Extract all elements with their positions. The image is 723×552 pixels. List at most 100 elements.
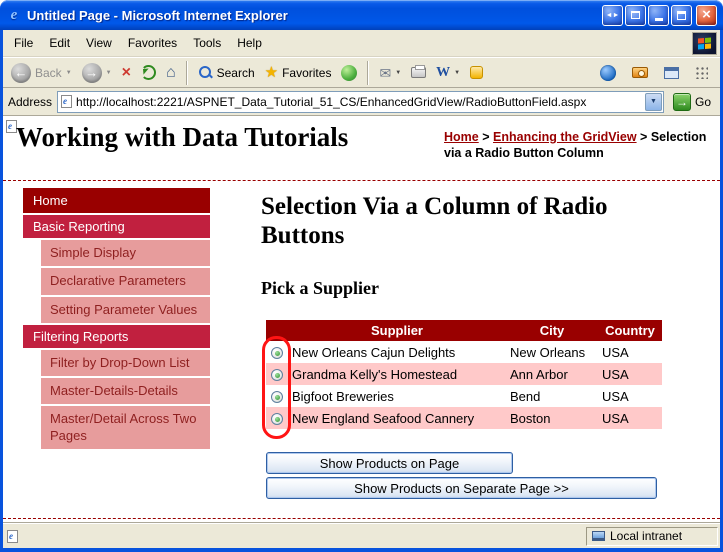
- supplier-row: Bigfoot Breweries Bend USA: [266, 385, 662, 407]
- search-label: Search: [217, 66, 255, 80]
- supplier-row: New Orleans Cajun Delights New Orleans U…: [266, 341, 662, 363]
- mail-dropdown-icon: ▼: [395, 70, 401, 76]
- window-controls: ◄► ×: [602, 5, 717, 26]
- minimize-button[interactable]: [648, 5, 669, 26]
- back-dropdown-icon: ▼: [66, 70, 72, 76]
- supplier-radio-button[interactable]: [271, 347, 283, 359]
- sidebar-item-declarative-parameters[interactable]: Declarative Parameters: [41, 268, 210, 294]
- menu-item-help[interactable]: Help: [229, 32, 270, 54]
- address-label: Address: [8, 95, 52, 109]
- window-box-button[interactable]: [625, 5, 646, 26]
- windows-flag-icon: [698, 37, 711, 49]
- print-icon: [411, 67, 426, 78]
- menu-item-file[interactable]: File: [6, 32, 41, 54]
- mail-button[interactable]: ✉ ▼: [375, 64, 405, 82]
- country-cell: USA: [598, 363, 662, 385]
- camera-icon: [632, 67, 648, 78]
- sidebar-item-setting-parameter-values[interactable]: Setting Parameter Values: [41, 297, 210, 323]
- favorites-button[interactable]: ★ Favorites: [261, 63, 336, 82]
- window-title: Untitled Page - Microsoft Internet Explo…: [27, 8, 597, 23]
- address-input[interactable]: [76, 95, 641, 109]
- sidebar-section-basic-reporting[interactable]: Basic Reporting: [23, 215, 210, 238]
- left-right-arrows-icon: ◄►: [606, 12, 620, 19]
- sidebar-item-master-details-details[interactable]: Master-Details-Details: [41, 378, 210, 404]
- page-heading: Selection Via a Column of Radio Buttons: [261, 192, 636, 250]
- forward-button[interactable]: → ▼: [78, 61, 116, 85]
- sidebar-item-simple-display[interactable]: Simple Display: [41, 240, 210, 266]
- window-box-icon: [631, 11, 640, 19]
- media-icon: [341, 65, 357, 81]
- breadcrumb-link-home[interactable]: Home: [444, 130, 479, 144]
- city-cell: Boston: [506, 407, 598, 429]
- back-button[interactable]: ← Back ▼: [7, 61, 76, 85]
- country-cell: USA: [598, 385, 662, 407]
- column-header-country: Country: [598, 320, 662, 341]
- city-cell: Bend: [506, 385, 598, 407]
- left-right-arrows-button[interactable]: ◄►: [602, 5, 623, 26]
- stop-button[interactable]: ×: [118, 63, 135, 83]
- home-button[interactable]: ⌂: [162, 63, 180, 83]
- menu-item-view[interactable]: View: [78, 32, 120, 54]
- forward-icon: →: [82, 63, 102, 83]
- forward-dropdown-icon: ▼: [106, 70, 112, 76]
- print-button[interactable]: [407, 65, 430, 80]
- go-arrow-icon: →: [673, 93, 691, 111]
- edit-button[interactable]: W ▼: [432, 63, 464, 83]
- country-cell: USA: [598, 341, 662, 363]
- close-icon: ×: [702, 7, 711, 22]
- browser-window: e Untitled Page - Microsoft Internet Exp…: [0, 0, 723, 552]
- back-icon: ←: [11, 63, 31, 83]
- maximize-icon: [677, 11, 686, 20]
- breadcrumb-separator: >: [482, 130, 489, 144]
- close-button[interactable]: ×: [696, 5, 717, 26]
- breadcrumb-separator: >: [640, 130, 647, 144]
- camera-capture-button[interactable]: [628, 65, 652, 80]
- sidebar-item-home[interactable]: Home: [23, 188, 210, 213]
- region-capture-button[interactable]: [691, 64, 712, 81]
- supplier-radio-button[interactable]: [271, 369, 283, 381]
- supplier-radio-button[interactable]: [271, 413, 283, 425]
- refresh-button[interactable]: [137, 63, 160, 82]
- home-icon: ⌂: [166, 65, 176, 81]
- breadcrumb-link-section[interactable]: Enhancing the GridView: [493, 130, 637, 144]
- menu-item-edit[interactable]: Edit: [41, 32, 78, 54]
- supplier-name-cell: New England Seafood Cannery: [288, 407, 506, 429]
- address-field: ▼: [57, 91, 664, 113]
- web-capture-button[interactable]: [596, 63, 620, 83]
- supplier-radio-button[interactable]: [271, 391, 283, 403]
- menu-item-tools[interactable]: Tools: [185, 32, 229, 54]
- word-icon: W: [436, 65, 450, 81]
- show-products-on-page-button[interactable]: Show Products on Page: [266, 452, 513, 474]
- supplier-name-cell: New Orleans Cajun Delights: [288, 341, 506, 363]
- address-dropdown-button[interactable]: ▼: [645, 93, 662, 111]
- supplier-row: New England Seafood Cannery Boston USA: [266, 407, 662, 429]
- mini-window-icon: [664, 67, 679, 79]
- page-viewport: Working with Data Tutorials Home > Enhan…: [3, 116, 720, 523]
- refresh-icon: [141, 65, 156, 80]
- sidebar-item-master-detail-across-two-pages[interactable]: Master/Detail Across Two Pages: [41, 406, 210, 449]
- column-header-supplier: Supplier: [288, 320, 506, 341]
- maximize-button[interactable]: [671, 5, 692, 26]
- supplier-name-cell: Grandma Kelly's Homestead: [288, 363, 506, 385]
- go-label: Go: [695, 95, 711, 109]
- search-button[interactable]: Search: [194, 63, 259, 82]
- messenger-button[interactable]: [466, 64, 487, 81]
- menu-item-favorites[interactable]: Favorites: [120, 32, 185, 54]
- pick-supplier-heading: Pick a Supplier: [261, 278, 379, 299]
- show-products-on-separate-page-button[interactable]: Show Products on Separate Page >>: [266, 477, 657, 499]
- sidebar-section-filtering-reports[interactable]: Filtering Reports: [23, 325, 210, 348]
- windows-logo: [692, 32, 717, 55]
- toolbar-separator: [367, 61, 369, 85]
- search-icon: [198, 65, 213, 80]
- supplier-row: Grandma Kelly's Homestead Ann Arbor USA: [266, 363, 662, 385]
- zone-label: Local intranet: [610, 529, 682, 543]
- mail-icon: ✉: [379, 66, 391, 80]
- media-button[interactable]: [337, 63, 361, 83]
- toolbar-separator: [186, 61, 188, 85]
- breadcrumb: Home > Enhancing the GridView > Selectio…: [444, 129, 714, 162]
- window-capture-button[interactable]: [660, 65, 683, 81]
- go-button[interactable]: → Go: [669, 92, 715, 112]
- address-bar: Address ▼ → Go: [3, 88, 720, 116]
- sidebar-item-filter-by-drop-down-list[interactable]: Filter by Drop-Down List: [41, 350, 210, 376]
- column-header-radio: [266, 320, 288, 341]
